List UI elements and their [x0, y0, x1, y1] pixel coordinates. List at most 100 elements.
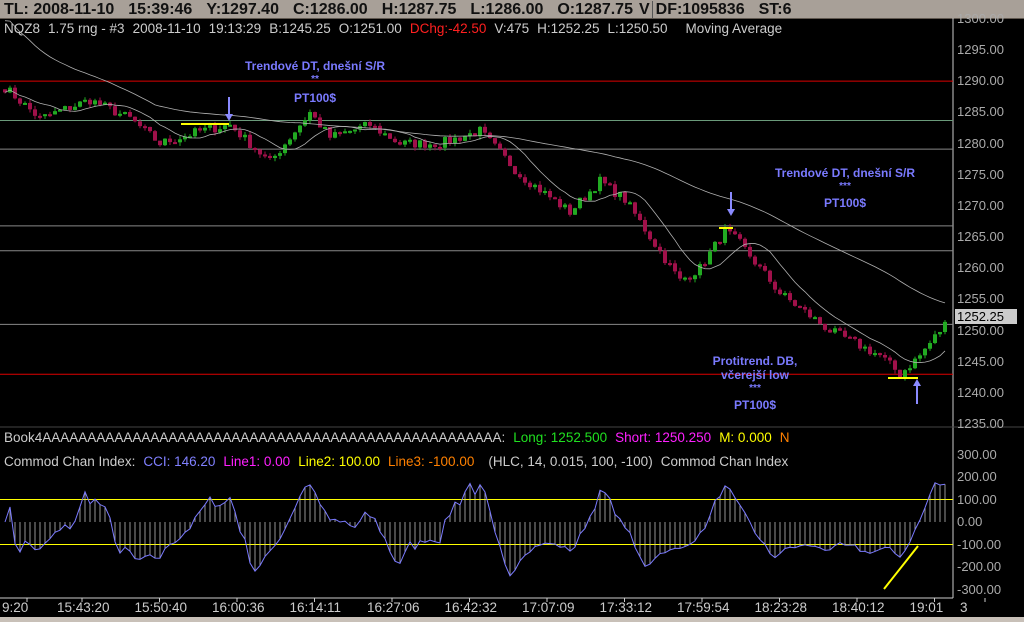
candle-body	[393, 138, 397, 143]
candle-body	[63, 106, 67, 110]
arrow-head-icon	[225, 114, 233, 121]
price-tick-label: 1300.00	[957, 10, 1004, 26]
candle-body	[798, 305, 802, 308]
candle-body	[778, 289, 782, 295]
annotation-target: PT100$	[293, 91, 337, 105]
cci-tick-label: -300.00	[957, 581, 1002, 597]
time-tick-label: 16:14:11	[289, 600, 342, 615]
candle-body	[833, 328, 837, 333]
book-m: M: 0.000	[719, 430, 772, 445]
candle-body	[513, 166, 517, 175]
candle-body	[223, 125, 227, 130]
candle-body	[263, 154, 267, 157]
annotation-target: PT100$	[823, 196, 867, 210]
candle-body	[33, 109, 37, 116]
candle-body	[553, 197, 557, 200]
candle-body	[128, 112, 132, 117]
annotation-target: PT100$	[733, 398, 777, 412]
cci-header: Commod Chan Index: CCI: 146.20 Line1: 0.00…	[4, 454, 952, 469]
time-tick-label: 16:27:06	[367, 600, 420, 615]
cci-tick-label: -200.00	[957, 559, 1002, 574]
candle-body	[458, 137, 462, 141]
candle-body	[228, 124, 232, 127]
candle-body	[608, 183, 612, 186]
price-tick-label: 1260.00	[957, 260, 1004, 276]
candle-body	[638, 213, 642, 220]
candle-body	[98, 100, 102, 105]
cci-name-2: Commod Chan Index	[660, 454, 789, 469]
candle-body	[743, 238, 747, 247]
candle-body	[558, 199, 562, 208]
candle-body	[198, 128, 202, 131]
time-tick-label: 18:23:28	[754, 600, 808, 615]
candle-body	[603, 176, 607, 184]
candle-body	[383, 133, 387, 136]
time-tick-label: 9:20	[2, 600, 29, 615]
candle-body	[658, 246, 662, 251]
candle-body	[648, 231, 652, 240]
price-tick-label: 1285.00	[957, 104, 1004, 120]
candle-body	[943, 321, 947, 332]
candle-body	[388, 133, 392, 139]
candle-body	[148, 126, 152, 132]
candle-body	[653, 239, 657, 247]
candle-body	[158, 140, 162, 146]
candle-body	[923, 348, 927, 356]
candle-body	[18, 98, 22, 104]
cci-tick-label: 0.00	[957, 514, 983, 529]
book-n: N	[779, 430, 790, 445]
candle-body	[138, 121, 142, 127]
cci-line1: Line1: 0.00	[223, 454, 291, 469]
candle-body	[928, 343, 932, 349]
candle-body	[53, 111, 57, 115]
candle-body	[443, 137, 447, 148]
candle-body	[213, 125, 217, 133]
price-tick-label: 1265.00	[957, 229, 1004, 245]
candle-body	[823, 323, 827, 330]
time-tick-label: 17:59:54	[677, 600, 730, 615]
candle-body	[723, 227, 727, 243]
candle-body	[83, 99, 87, 102]
arrow-head-icon	[913, 379, 921, 386]
candle-body	[828, 329, 832, 333]
time-tick-label: 17:07:09	[522, 600, 575, 615]
candle-body	[933, 334, 937, 344]
candle-body	[118, 113, 122, 116]
time-tick-label: 18:40:12	[832, 600, 885, 615]
candle-body	[373, 125, 377, 128]
candle-body	[38, 115, 42, 118]
chart-canvas[interactable]	[0, 0, 1024, 622]
candle-body	[153, 131, 157, 141]
candle-body	[368, 122, 372, 126]
candle-body	[408, 139, 412, 142]
candle-body	[78, 101, 82, 107]
candle-body	[868, 346, 872, 355]
candle-body	[573, 208, 577, 215]
candle-body	[343, 131, 347, 134]
cci-tick-label: -100.00	[957, 536, 1002, 552]
candle-body	[893, 360, 897, 370]
header-date: 2008-11-10	[132, 21, 201, 36]
candle-body	[748, 246, 752, 257]
book-long: Long: 1252.500	[513, 430, 608, 445]
candle-body	[193, 128, 197, 137]
candle-body	[623, 191, 627, 203]
candle-body	[808, 309, 812, 318]
candle-body	[693, 275, 697, 280]
annotation-title: Protitrend. DB,	[712, 354, 798, 368]
candle-body	[418, 140, 422, 148]
cci-name: Commod Chan Index:	[4, 454, 136, 469]
study-label: Moving Average	[685, 21, 783, 36]
cci-tick-label: 100.00	[957, 491, 997, 507]
horizontal-scrollbar[interactable]	[0, 617, 1024, 622]
candle-body	[173, 142, 177, 145]
candle-body	[883, 354, 887, 358]
header-open: O:1251.00	[338, 21, 402, 36]
candle-body	[678, 271, 682, 279]
candle-body	[293, 132, 297, 140]
candle-body	[23, 102, 27, 105]
cci-params: (HLC, 14, 0.015, 100, -100)	[488, 454, 653, 469]
candle-body	[208, 125, 212, 128]
candle-body	[478, 126, 482, 137]
candle-body	[438, 146, 442, 149]
